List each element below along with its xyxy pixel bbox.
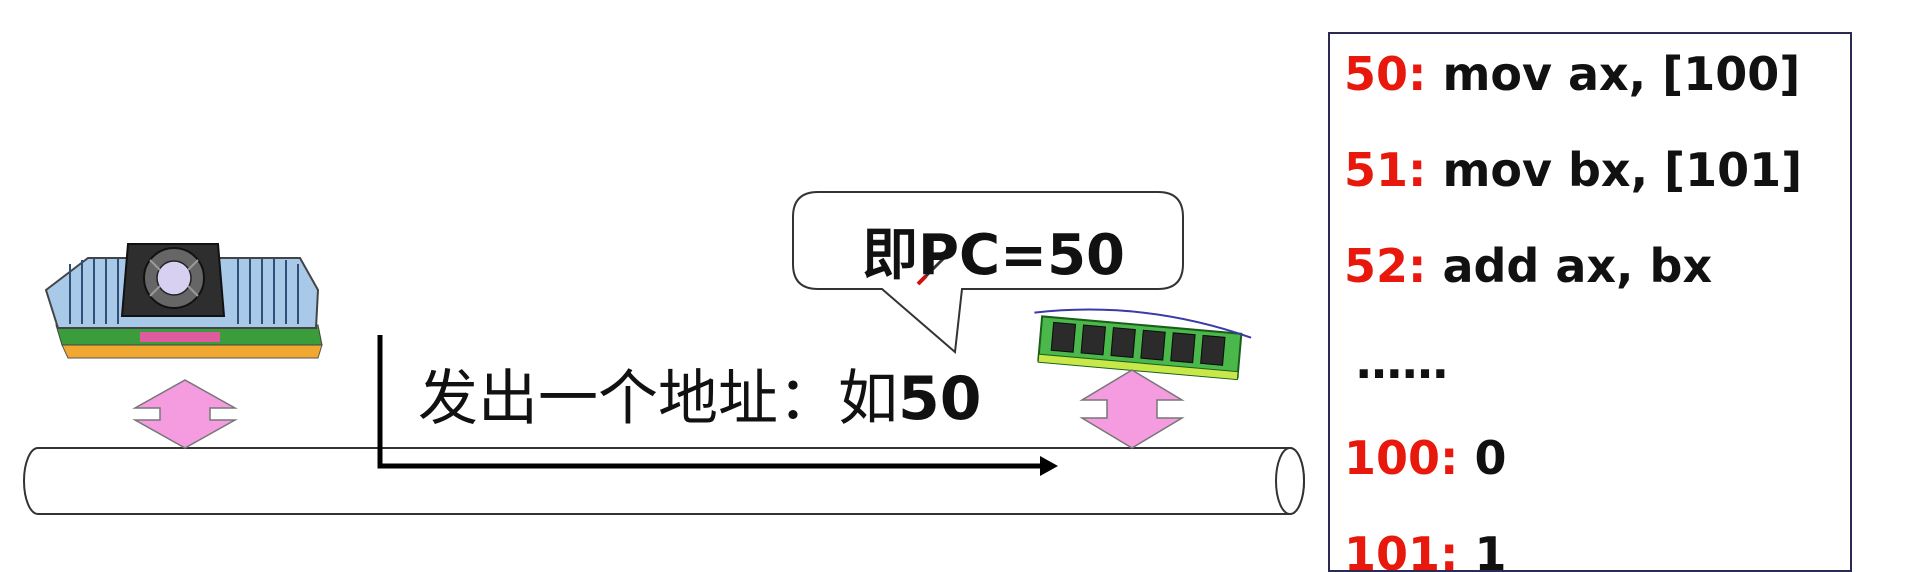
memory-ellipsis: …… bbox=[1356, 335, 1448, 389]
memory-content: 0 bbox=[1474, 431, 1507, 485]
memory-row: 101: 1 bbox=[1344, 526, 1507, 572]
memory-address: 52: bbox=[1344, 239, 1427, 293]
memory-address: 50: bbox=[1344, 47, 1427, 101]
cpu-bus-double-arrow bbox=[132, 379, 238, 449]
pc-label: 即PC=50 bbox=[862, 223, 1125, 288]
memory-content: add ax, bx bbox=[1442, 239, 1713, 293]
memory-row: 100: 0 bbox=[1344, 430, 1506, 486]
memory-row: 51: mov bx, [101] bbox=[1344, 142, 1802, 198]
memory-content: 1 bbox=[1474, 527, 1507, 572]
bus-pipe bbox=[23, 447, 1305, 515]
memory-row: …… bbox=[1356, 334, 1448, 390]
memory-content: mov bx, [101] bbox=[1442, 143, 1803, 197]
ram-stick-icon bbox=[1034, 308, 1252, 381]
address-label: 发出一个地址：如50 bbox=[418, 350, 982, 437]
cpu-with-fan-icon bbox=[44, 243, 323, 359]
memory-row: 52: add ax, bx bbox=[1344, 238, 1712, 294]
address-label-value: 50 bbox=[898, 364, 982, 434]
memory-address: 101: bbox=[1344, 527, 1459, 572]
memory-bus-double-arrow bbox=[1079, 369, 1185, 449]
memory-row: 50: mov ax, [100] bbox=[1344, 46, 1800, 102]
memory-content: mov ax, [100] bbox=[1442, 47, 1801, 101]
memory-panel: 50: mov ax, [100] 51: mov bx, [101] 52: … bbox=[1328, 32, 1852, 572]
address-label-prefix: 发出一个地址：如 bbox=[418, 364, 898, 434]
memory-address: 51: bbox=[1344, 143, 1427, 197]
memory-address: 100: bbox=[1344, 431, 1459, 485]
